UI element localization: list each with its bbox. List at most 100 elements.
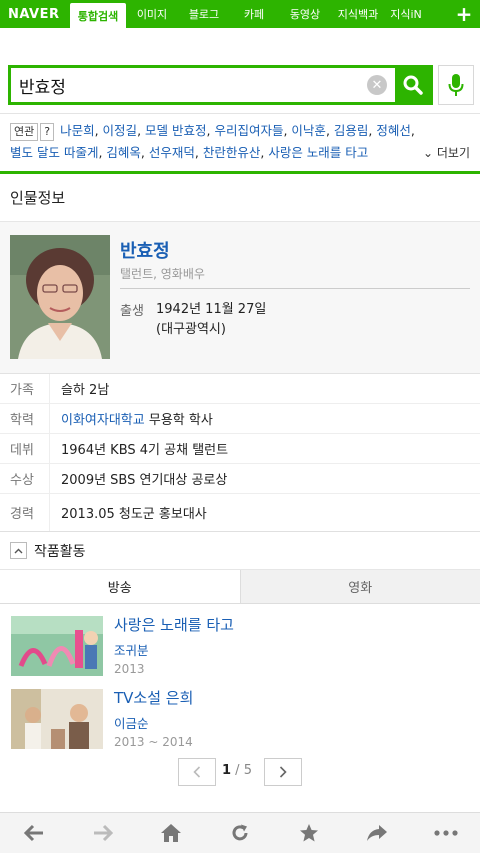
related-item[interactable]: 우리집여자들 <box>214 123 283 138</box>
info-key: 경력 <box>0 494 50 531</box>
work-thumbnail[interactable] <box>11 689 103 749</box>
work-role[interactable]: 이금순 <box>114 713 149 732</box>
related-label: 연관 <box>10 122 39 141</box>
tab-encyclopedia[interactable]: 지식백과 <box>332 0 384 28</box>
tab-blog[interactable]: 블로그 <box>178 0 230 28</box>
chevron-up-icon[interactable] <box>10 542 27 559</box>
info-row-award: 수상 2009년 SBS 연기대상 공로상 <box>0 464 480 494</box>
page-separator: / <box>231 763 244 778</box>
refresh-button[interactable] <box>206 813 275 853</box>
related-item[interactable]: 모델 반효정 <box>145 123 206 138</box>
search-box: ✕ <box>8 65 433 105</box>
tab-video[interactable]: 동영상 <box>278 0 332 28</box>
search-area: ✕ <box>0 28 480 114</box>
voice-search-button[interactable] <box>438 65 474 105</box>
birth-place: (대구광역시) <box>156 322 226 337</box>
browser-toolbar <box>0 812 480 853</box>
more-label: 더보기 <box>436 146 470 160</box>
tab-images[interactable]: 이미지 <box>126 0 178 28</box>
info-value: 2013.05 청도군 홍보대사 <box>61 507 207 522</box>
page-total: 5 <box>243 763 252 778</box>
home-button[interactable] <box>137 813 206 853</box>
info-row-debut: 데뷔 1964년 KBS 4기 공채 탤런트 <box>0 434 480 464</box>
info-key: 학력 <box>0 404 50 433</box>
info-value: 이화여자대학교 무용학 학사 <box>50 409 213 428</box>
tab-movie[interactable]: 영화 <box>239 570 480 603</box>
search-button[interactable] <box>395 68 430 102</box>
info-value: 2009년 SBS 연기대상 공로상 <box>61 473 228 488</box>
forward-button[interactable] <box>69 813 138 853</box>
works-header[interactable]: 작품활동 <box>0 532 480 570</box>
related-item[interactable]: 정혜선 <box>376 123 411 138</box>
info-row-family: 가족 슬하 2남 <box>0 374 480 404</box>
more-menu-button[interactable] <box>411 813 480 853</box>
arrow-left-icon <box>24 824 44 842</box>
work-year: 2013 <box>114 662 145 676</box>
bookmark-button[interactable] <box>274 813 343 853</box>
info-key: 가족 <box>0 374 50 403</box>
star-icon <box>299 824 318 842</box>
more-button[interactable]: ⌄ 더보기 <box>423 142 470 164</box>
info-value: 1964년 KBS 4기 공채 탤런트 <box>61 443 229 458</box>
divider <box>120 288 470 289</box>
work-title[interactable]: 사랑은 노래를 타고 <box>114 614 234 635</box>
refresh-icon <box>232 824 248 841</box>
work-item[interactable]: TV소설 은희 이금순 2013 ~ 2014 <box>0 677 480 750</box>
plus-icon[interactable]: + <box>448 0 480 28</box>
related-item[interactable]: 이정길 <box>103 123 138 138</box>
profile-photo[interactable] <box>10 235 110 359</box>
related-item[interactable]: 이낙훈 <box>291 123 326 138</box>
share-button[interactable] <box>343 813 412 853</box>
chevron-right-icon <box>279 766 287 778</box>
more-dots-icon <box>434 830 458 836</box>
related-item[interactable]: 김혜옥 <box>106 145 141 160</box>
related-item[interactable]: 찬란한유산 <box>203 145 261 160</box>
info-row-education: 학력 이화여자대학교 무용학 학사 <box>0 404 480 434</box>
tab-broadcast[interactable]: 방송 <box>0 570 240 603</box>
clear-icon[interactable]: ✕ <box>367 75 387 95</box>
related-searches: 연관? 나문희, 이정길, 모델 반효정, 우리집여자들, 이낙훈, 김용림, … <box>0 114 480 174</box>
work-thumbnail[interactable] <box>11 616 103 676</box>
related-item[interactable]: 사랑은 노래를 타고 <box>268 145 368 160</box>
birth-value: 1942년 11월 27일 (대구광역시) <box>156 300 266 340</box>
top-nav: NAVER 통합검색 이미지 블로그 카페 동영상 지식백과 지식iN + <box>0 0 480 28</box>
share-icon <box>367 825 388 841</box>
related-item[interactable]: 별도 달도 따줄게 <box>10 145 98 160</box>
pagination: 1 / 5 <box>0 758 480 786</box>
work-year: 2013 ~ 2014 <box>114 735 193 749</box>
works-title: 작품활동 <box>34 543 86 560</box>
person-name[interactable]: 반효정 <box>120 237 170 263</box>
profile-card: 반효정 탤런트, 영화배우 출생 1942년 11월 27일 (대구광역시) <box>0 222 480 374</box>
next-page-button[interactable] <box>264 758 302 786</box>
search-icon <box>403 75 423 95</box>
microphone-icon <box>448 74 464 96</box>
tab-knowledge-in[interactable]: 지식iN <box>384 0 428 28</box>
related-help-button[interactable]: ? <box>40 122 55 141</box>
chevron-down-icon: ⌄ <box>422 146 434 160</box>
work-role[interactable]: 조귀분 <box>114 640 149 659</box>
search-input[interactable] <box>11 75 351 95</box>
related-item[interactable]: 선우재덕 <box>149 145 195 160</box>
chevron-left-icon <box>193 766 201 778</box>
university-link[interactable]: 이화여자대학교 <box>61 413 145 428</box>
birth-date: 1942년 11월 27일 <box>156 302 267 317</box>
naver-logo[interactable]: NAVER <box>0 0 70 28</box>
birth-label: 출생 <box>120 304 144 319</box>
back-button[interactable] <box>0 813 69 853</box>
info-value-text: 무용학 학사 <box>144 413 213 428</box>
person-job: 탤런트, 영화배우 <box>120 267 205 281</box>
page-indicator: 1 / 5 <box>222 763 252 778</box>
info-row-career: 경력 2013.05 청도군 홍보대사 <box>0 494 480 532</box>
info-key: 데뷔 <box>0 434 50 463</box>
related-item[interactable]: 나문희 <box>60 123 95 138</box>
works-tabs: 방송 영화 <box>0 570 480 604</box>
arrow-right-icon <box>93 824 113 842</box>
section-title: 인물정보 <box>0 174 480 222</box>
prev-page-button[interactable] <box>178 758 216 786</box>
tab-cafe[interactable]: 카페 <box>230 0 278 28</box>
work-title[interactable]: TV소설 은희 <box>114 687 193 708</box>
related-item[interactable]: 김용림 <box>334 123 369 138</box>
info-value: 슬하 2남 <box>61 383 110 398</box>
work-item[interactable]: 사랑은 노래를 타고 조귀분 2013 <box>0 604 480 677</box>
tab-integrated-search[interactable]: 통합검색 <box>70 3 126 28</box>
